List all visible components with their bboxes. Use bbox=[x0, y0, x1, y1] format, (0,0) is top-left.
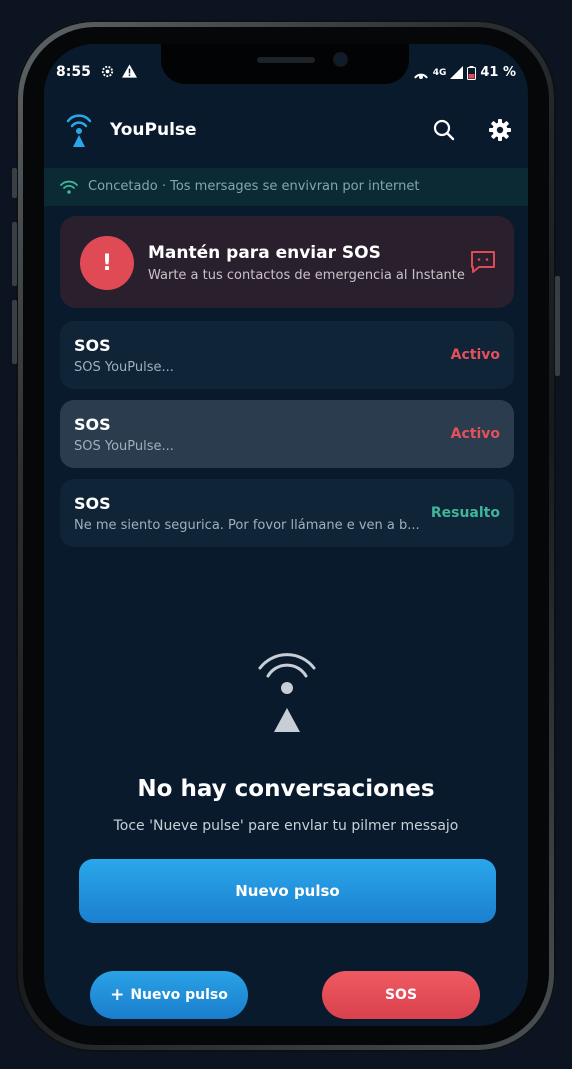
sos-fab[interactable]: SOS bbox=[322, 971, 480, 1019]
new-pulse-button[interactable]: Nuevo pulso bbox=[79, 859, 496, 923]
sos-alert-badge[interactable]: ! bbox=[80, 236, 134, 290]
status-badge: Resualto bbox=[430, 505, 500, 521]
signal-icon bbox=[450, 66, 464, 79]
phone-side-button bbox=[12, 168, 17, 198]
gear-icon bbox=[489, 119, 511, 141]
search-icon bbox=[433, 119, 455, 141]
sos-card-subtitle: Warte a tus contactos de emergencia al I… bbox=[148, 268, 465, 283]
status-right: 4G 41 % bbox=[413, 65, 516, 80]
settings-notification-icon bbox=[100, 64, 115, 83]
network-type: 4G bbox=[432, 67, 447, 78]
connection-status-text: Concetado · Tos mersages se envivran por… bbox=[88, 179, 420, 194]
new-pulse-fab[interactable]: + Nuevo pulso bbox=[90, 971, 248, 1019]
hotspot-icon bbox=[413, 73, 428, 79]
conversation-preview: Ne me siento segurica. Por fovor llámane… bbox=[74, 518, 420, 533]
status-time: 8:55 bbox=[56, 64, 91, 80]
front-camera bbox=[335, 54, 346, 65]
conversation-preview: SOS YouPulse... bbox=[74, 360, 174, 375]
conversation-title: SOS bbox=[74, 415, 111, 434]
list-item[interactable]: SOS Ne me siento segurica. Por fovor llá… bbox=[60, 479, 514, 547]
search-button[interactable] bbox=[430, 116, 458, 144]
sos-hold-card[interactable]: ! Mantén para enviar SOS Warte a tus con… bbox=[60, 216, 514, 308]
plus-icon: + bbox=[110, 985, 125, 1005]
phone-side-button bbox=[555, 276, 560, 376]
phone-side-button bbox=[12, 300, 17, 364]
app-bar: YouPulse bbox=[44, 106, 528, 156]
new-pulse-fab-label: Nuevo pulso bbox=[130, 987, 228, 1003]
warning-icon bbox=[122, 64, 137, 82]
speaker bbox=[257, 57, 315, 63]
conversation-title: SOS bbox=[74, 336, 111, 355]
pulse-beacon-icon bbox=[254, 650, 320, 740]
empty-state-subtitle: Toce 'Nueve pulse' pare envlar tu pilmer… bbox=[113, 818, 459, 834]
app-screen: 8:55 4G 41 % YouPulse Concetado · Tos me… bbox=[44, 44, 528, 1026]
phone-side-button bbox=[12, 222, 17, 286]
conversation-title: SOS bbox=[74, 494, 111, 513]
youpulse-logo-icon bbox=[64, 110, 94, 150]
settings-button[interactable] bbox=[486, 116, 514, 144]
battery-icon bbox=[467, 65, 477, 80]
app-title: YouPulse bbox=[110, 120, 197, 140]
list-item[interactable]: SOS SOS YouPulse... Activo bbox=[60, 400, 514, 468]
conversation-preview: SOS YouPulse... bbox=[74, 439, 174, 454]
empty-state-title: No hay conversaciones bbox=[137, 776, 435, 802]
message-icon[interactable] bbox=[470, 250, 496, 278]
notch bbox=[161, 44, 409, 84]
wifi-icon bbox=[60, 180, 78, 194]
list-item[interactable]: SOS SOS YouPulse... Activo bbox=[60, 321, 514, 389]
connection-banner: Concetado · Tos mersages se envivran por… bbox=[44, 168, 528, 206]
sos-card-title: Mantén para enviar SOS bbox=[148, 243, 381, 263]
status-badge: Activo bbox=[450, 426, 500, 442]
status-badge: Activo bbox=[450, 347, 500, 363]
battery-level: 41 % bbox=[480, 65, 516, 80]
